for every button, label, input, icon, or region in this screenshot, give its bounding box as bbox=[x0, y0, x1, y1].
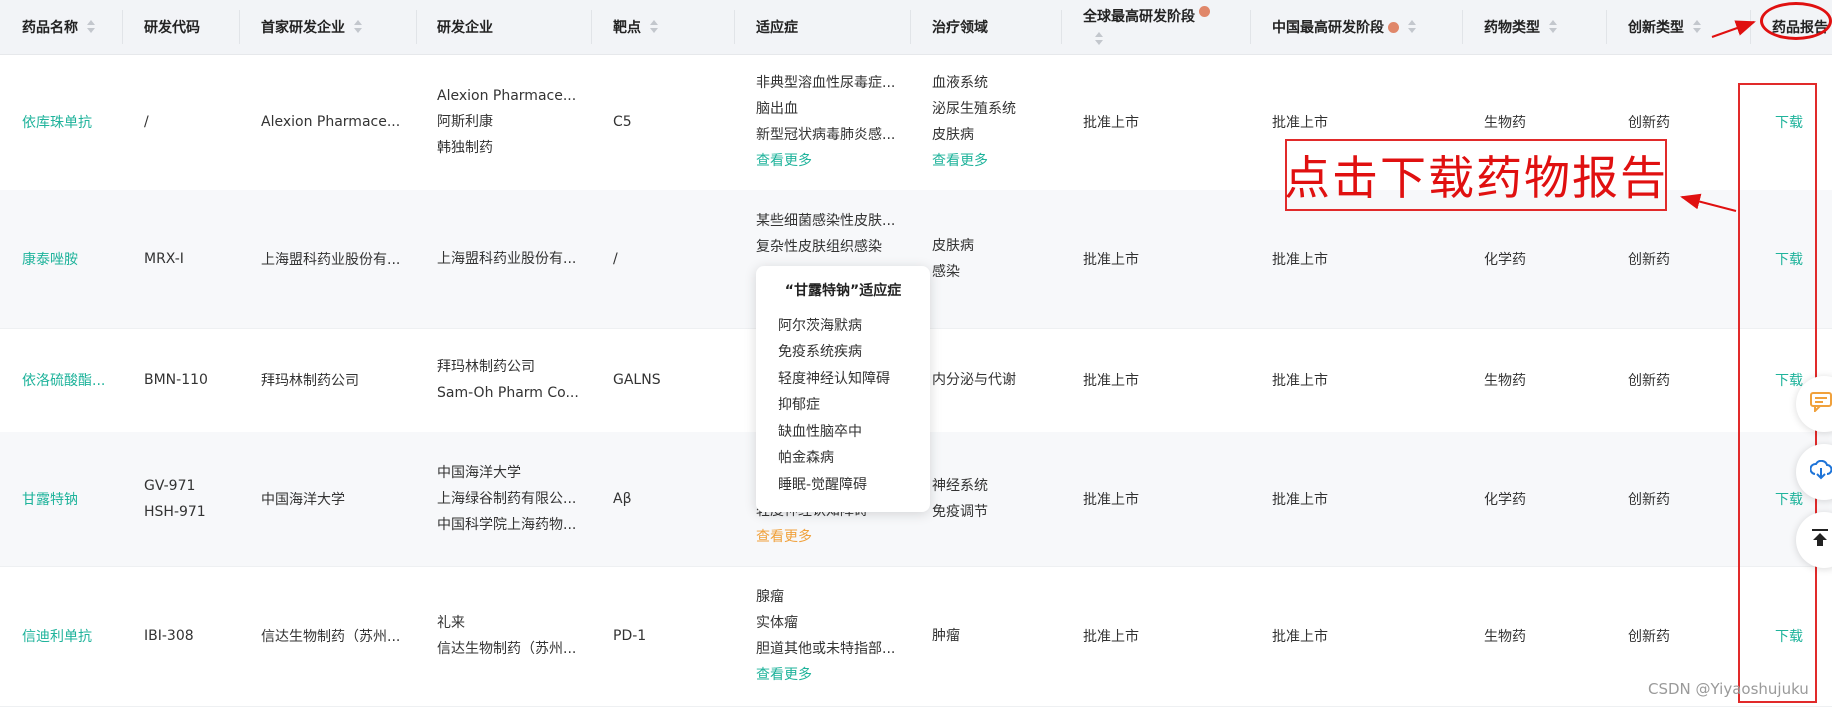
chat-icon bbox=[1810, 392, 1832, 416]
arrow-to-box bbox=[1680, 193, 1737, 212]
arrow-to-header bbox=[1711, 20, 1756, 38]
back-to-top-icon bbox=[1810, 528, 1830, 552]
annotation-arrows bbox=[1680, 20, 1756, 212]
download-cloud-icon bbox=[1809, 459, 1832, 484]
watermark: CSDN @Yiyaoshujuku bbox=[1648, 680, 1809, 698]
